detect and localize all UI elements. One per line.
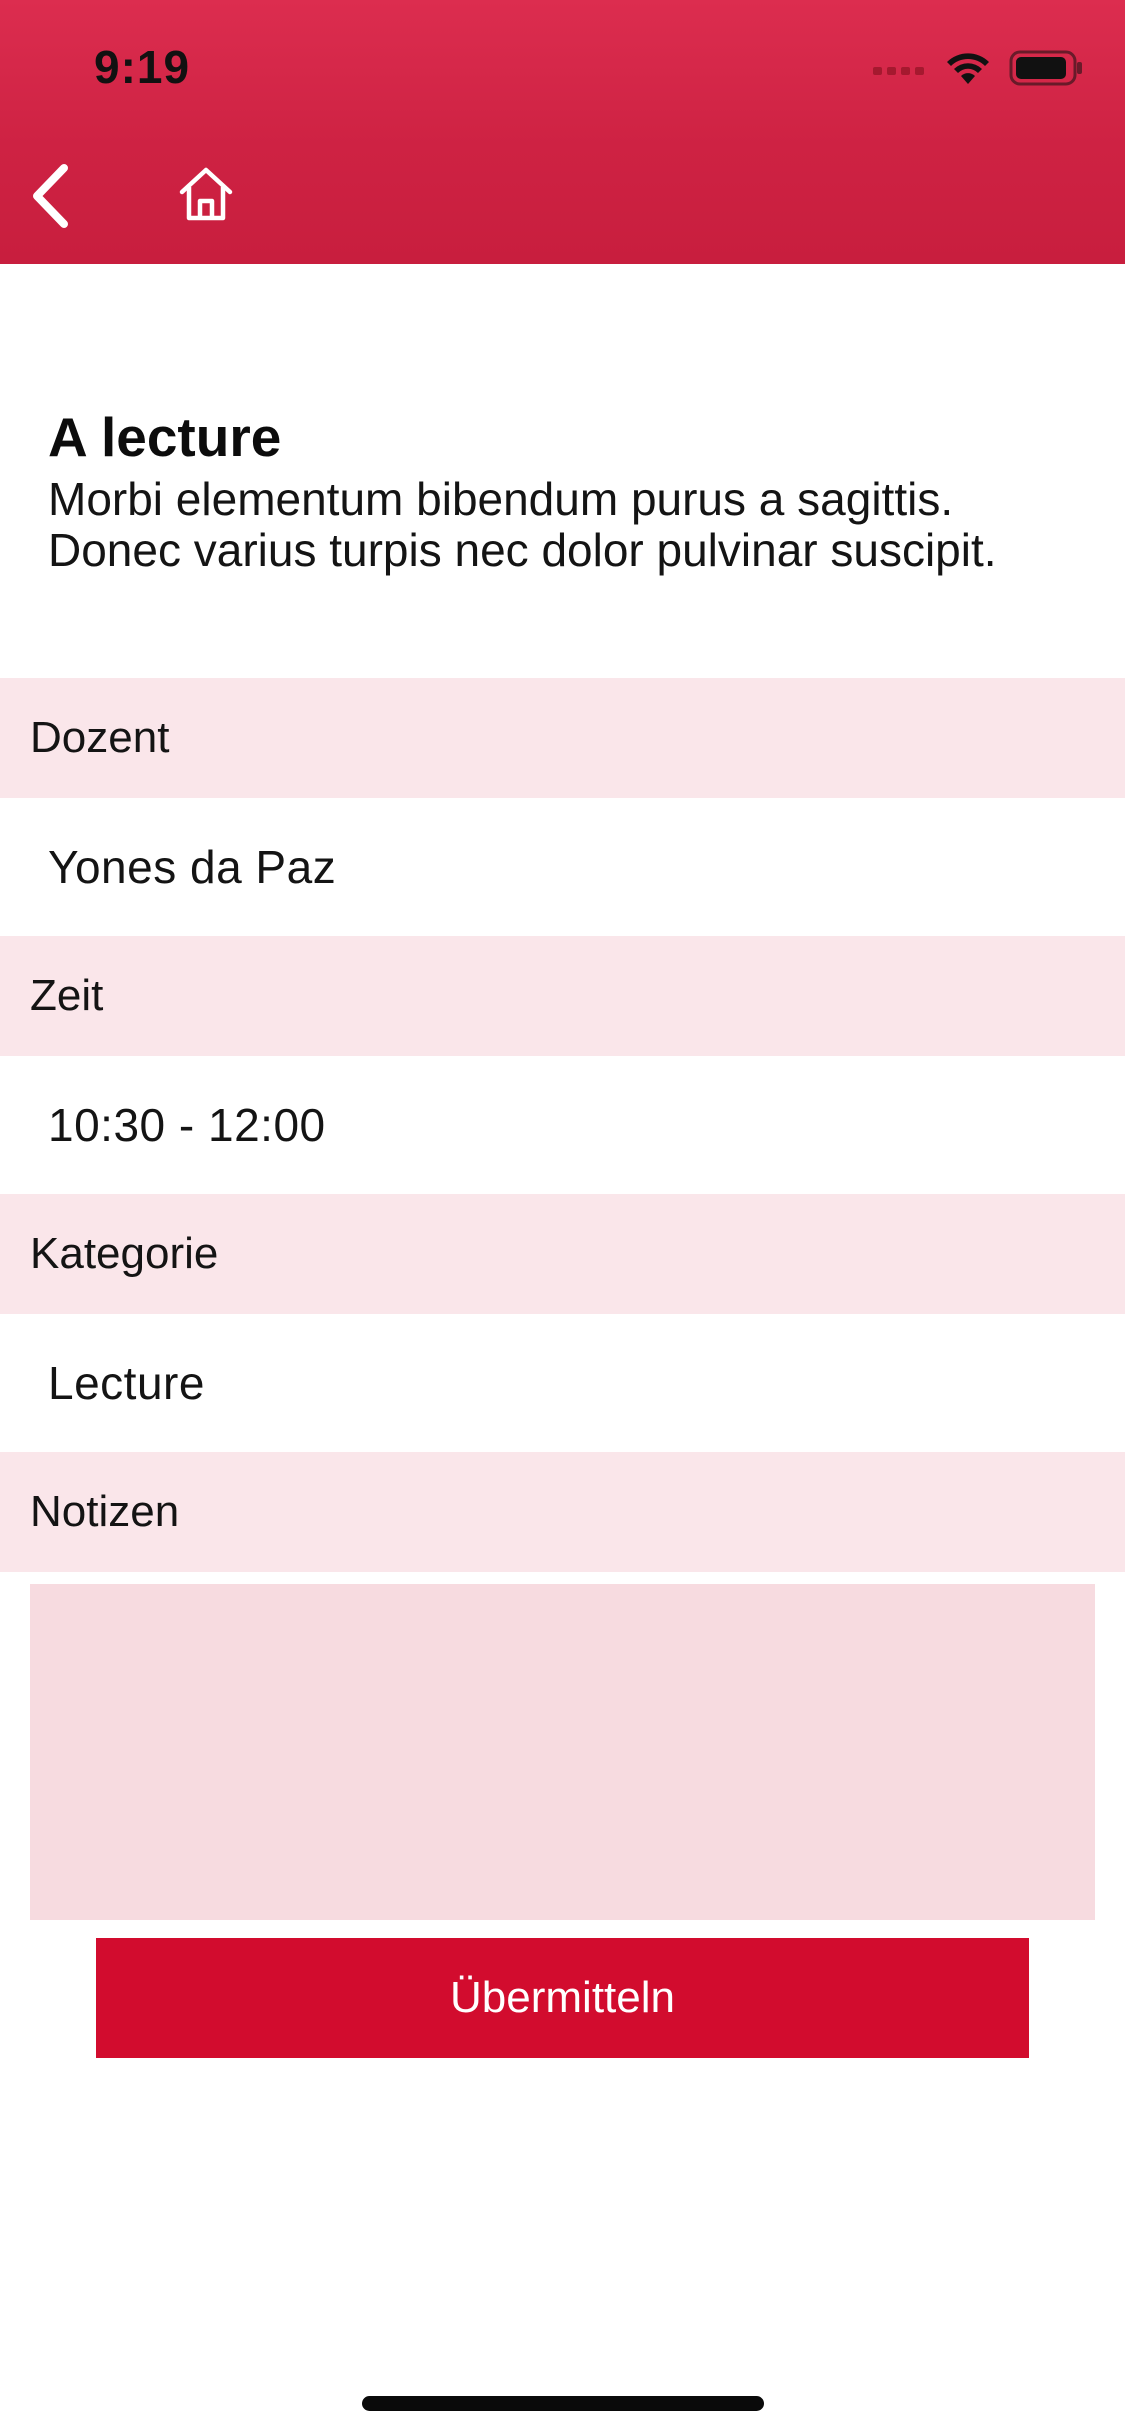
section-header-notes: Notizen: [0, 1452, 1125, 1572]
wifi-icon: [945, 51, 991, 90]
section-label-notes: Notizen: [30, 1487, 180, 1536]
lecture-category: Lecture: [48, 1357, 205, 1409]
section-value-category: Lecture: [0, 1314, 1125, 1452]
lecture-description: Morbi elementum bibendum purus a sagitti…: [48, 473, 997, 576]
section-value-lecturer: Yones da Paz: [0, 798, 1125, 936]
lecture-detail-screen: 9:19 A lecture Morbi elementum bibendum …: [0, 0, 1125, 2436]
back-button[interactable]: [18, 158, 82, 238]
section-header-time: Zeit: [0, 936, 1125, 1056]
section-label-time: Zeit: [30, 971, 104, 1020]
section-header-category: Kategorie: [0, 1194, 1125, 1314]
app-header: 9:19: [0, 0, 1125, 264]
submit-button[interactable]: Übermitteln: [96, 1938, 1029, 2058]
section-label-lecturer: Dozent: [30, 713, 170, 762]
lecturer-name: Yones da Paz: [48, 841, 337, 893]
home-icon: [176, 164, 236, 229]
lecture-time: 10:30 - 12:00: [48, 1099, 326, 1151]
home-button[interactable]: [170, 160, 242, 232]
chevron-left-icon: [28, 163, 72, 234]
status-icons: [873, 48, 1083, 92]
section-header-lecturer: Dozent: [0, 678, 1125, 798]
home-indicator: [362, 2396, 764, 2411]
battery-icon: [1009, 50, 1083, 91]
cellular-signal-icon: [873, 61, 927, 80]
lecture-title: A lecture: [48, 406, 282, 468]
lecture-info: A lecture Morbi elementum bibendum purus…: [48, 404, 1088, 576]
notes-field[interactable]: [30, 1584, 1095, 1920]
section-value-time: 10:30 - 12:00: [0, 1056, 1125, 1194]
status-time: 9:19: [94, 41, 191, 93]
section-label-category: Kategorie: [30, 1229, 219, 1278]
